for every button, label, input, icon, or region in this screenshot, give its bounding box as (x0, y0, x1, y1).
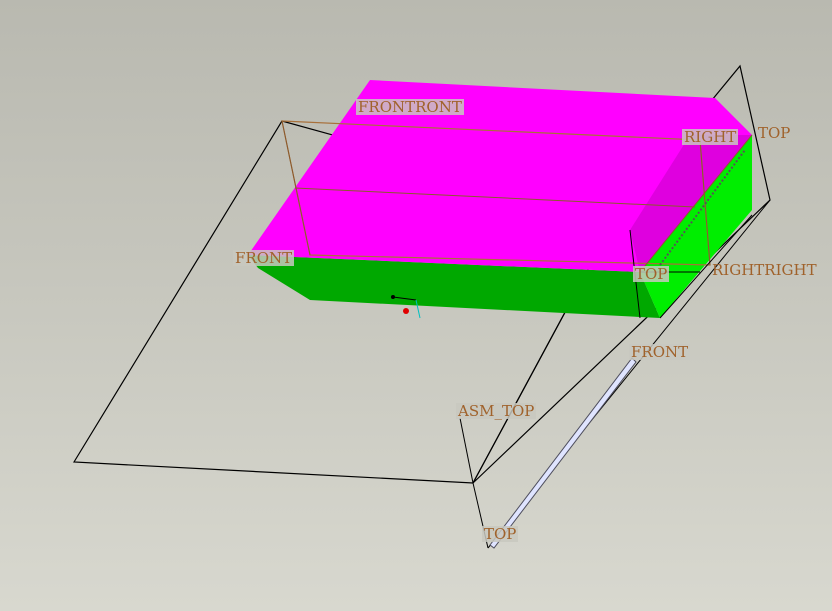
datum-label-right-top[interactable]: RIGHT (682, 129, 739, 145)
datum-label-asm-top[interactable]: ASM_TOP (456, 403, 537, 419)
model-scene[interactable] (0, 0, 832, 611)
datum-label-right-right[interactable]: RIGHTRIGHT (710, 262, 819, 278)
asm-datum-plane-edge (459, 417, 474, 484)
datum-label-front-top[interactable]: FRONTRONT (356, 99, 464, 115)
thin-datum-strip[interactable] (489, 357, 637, 549)
datum-label-top-mid[interactable]: TOP (633, 266, 670, 282)
graphics-viewport[interactable]: FRONTRONT RIGHT TOP FRONT TOP RIGHTRIGHT… (0, 0, 832, 611)
datum-label-top-right[interactable]: TOP (756, 125, 792, 141)
datum-label-front-left[interactable]: FRONT (233, 250, 295, 266)
datum-label-top-bottom[interactable]: TOP (482, 526, 519, 542)
datum-label-front-right[interactable]: FRONT (629, 344, 691, 360)
